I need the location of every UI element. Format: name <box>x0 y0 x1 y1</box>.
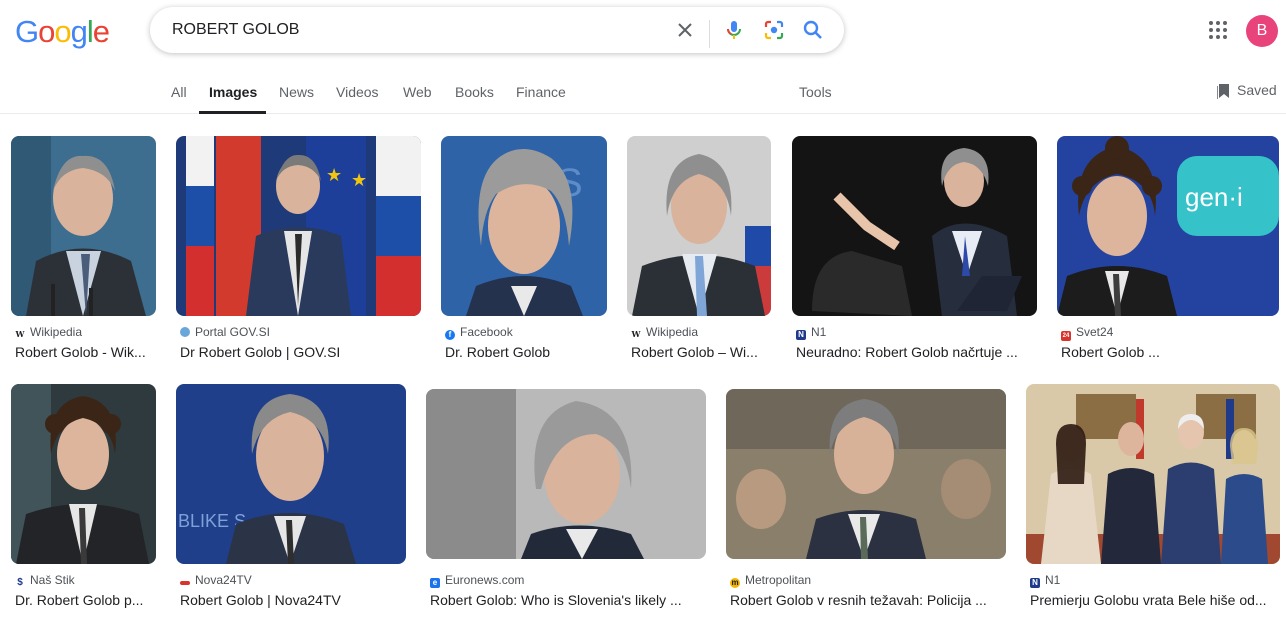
result-thumbnail[interactable] <box>1026 384 1280 564</box>
metropolitan-icon: m <box>730 578 740 588</box>
search-divider <box>709 20 710 48</box>
svg-text:★: ★ <box>326 165 342 186</box>
tab-finance[interactable]: Finance <box>516 84 566 100</box>
saved-label: Saved <box>1237 82 1277 98</box>
nas-stik-icon: $ <box>17 577 23 588</box>
result-source: e Euronews.com <box>430 573 524 588</box>
logo-letter: G <box>15 14 39 49</box>
result-thumbnail[interactable] <box>627 136 771 316</box>
result-title[interactable]: Robert Golob ... <box>1061 344 1276 360</box>
result-source: W Wikipedia <box>631 325 699 339</box>
result-thumbnail[interactable]: ★ ★ <box>176 136 421 316</box>
result-thumbnail[interactable]: BLIKE S <box>176 384 406 564</box>
result-title[interactable]: Neuradno: Robert Golob načrtuje ... <box>796 344 1036 360</box>
logo-letter: o <box>54 14 71 49</box>
gov-si-icon <box>180 327 190 337</box>
result-source: $ Naš Stik <box>15 573 74 588</box>
result-thumbnail[interactable] <box>426 389 706 559</box>
svg-text:gen·i: gen·i <box>1185 182 1243 212</box>
result-source: N N1 <box>1030 573 1060 588</box>
result-title[interactable]: Robert Golob v resnih težavah: Policija … <box>730 592 1005 608</box>
svg-text:★: ★ <box>351 170 367 191</box>
account-avatar[interactable]: B <box>1246 15 1278 47</box>
result-source: Portal GOV.SI <box>180 325 270 339</box>
result-title[interactable]: Robert Golob: Who is Slovenia's likely .… <box>430 592 705 608</box>
tab-images[interactable]: Images <box>209 84 257 100</box>
nova24tv-icon <box>180 581 190 585</box>
tab-news[interactable]: News <box>279 84 314 100</box>
search-tabs: All Images News Videos Web Books Finance… <box>0 60 1286 114</box>
logo-letter: o <box>38 14 55 49</box>
result-title[interactable]: Premierju Golobu vrata Bele hiše od... <box>1030 592 1280 608</box>
result-source: f Facebook <box>445 325 513 340</box>
bookmark-icon <box>1216 84 1229 99</box>
result-thumbnail[interactable] <box>11 136 156 316</box>
result-thumbnail[interactable] <box>726 389 1006 559</box>
active-tab-indicator <box>199 111 266 114</box>
n1-icon: N <box>796 330 806 340</box>
tab-web[interactable]: Web <box>403 84 432 100</box>
logo-letter: e <box>92 14 110 49</box>
n1-icon: N <box>1030 578 1040 588</box>
wikipedia-icon: W <box>15 329 25 339</box>
tab-videos[interactable]: Videos <box>336 84 379 100</box>
search-icon[interactable] <box>801 18 825 42</box>
result-title[interactable]: Robert Golob - Wik... <box>15 344 155 360</box>
logo-letter: g <box>70 14 88 49</box>
clear-icon[interactable] <box>673 18 697 42</box>
search-input[interactable] <box>172 7 652 53</box>
result-source: N N1 <box>796 325 826 340</box>
result-thumbnail[interactable]: S <box>441 136 607 316</box>
result-title[interactable]: Dr. Robert Golob <box>445 344 605 360</box>
result-title[interactable]: Dr. Robert Golob p... <box>15 592 155 608</box>
mic-icon[interactable] <box>722 18 746 42</box>
result-thumbnail[interactable] <box>11 384 156 564</box>
result-source: Nova24TV <box>180 573 252 587</box>
result-title[interactable]: Dr Robert Golob | GOV.SI <box>180 344 420 360</box>
saved-button[interactable]: Saved <box>1216 82 1277 99</box>
euronews-icon: e <box>430 578 440 588</box>
result-thumbnail[interactable]: gen·i <box>1057 136 1279 316</box>
lens-icon[interactable] <box>762 18 786 42</box>
result-source: m Metropolitan <box>730 573 812 588</box>
result-source: 24 Svet24 <box>1061 325 1114 341</box>
result-thumbnail[interactable] <box>792 136 1037 316</box>
result-title[interactable]: Robert Golob – Wi... <box>631 344 771 360</box>
result-title[interactable]: Robert Golob | Nova24TV <box>180 592 405 608</box>
facebook-icon: f <box>445 330 455 340</box>
apps-grid-icon[interactable] <box>1207 19 1229 41</box>
search-box <box>150 7 844 53</box>
wikipedia-icon: W <box>631 329 641 339</box>
tools-button[interactable]: Tools <box>799 84 832 100</box>
svet24-icon: 24 <box>1061 331 1071 341</box>
tab-books[interactable]: Books <box>455 84 494 100</box>
google-logo[interactable]: Google <box>15 14 110 50</box>
result-source: W Wikipedia <box>15 325 83 339</box>
tab-all[interactable]: All <box>171 84 187 100</box>
